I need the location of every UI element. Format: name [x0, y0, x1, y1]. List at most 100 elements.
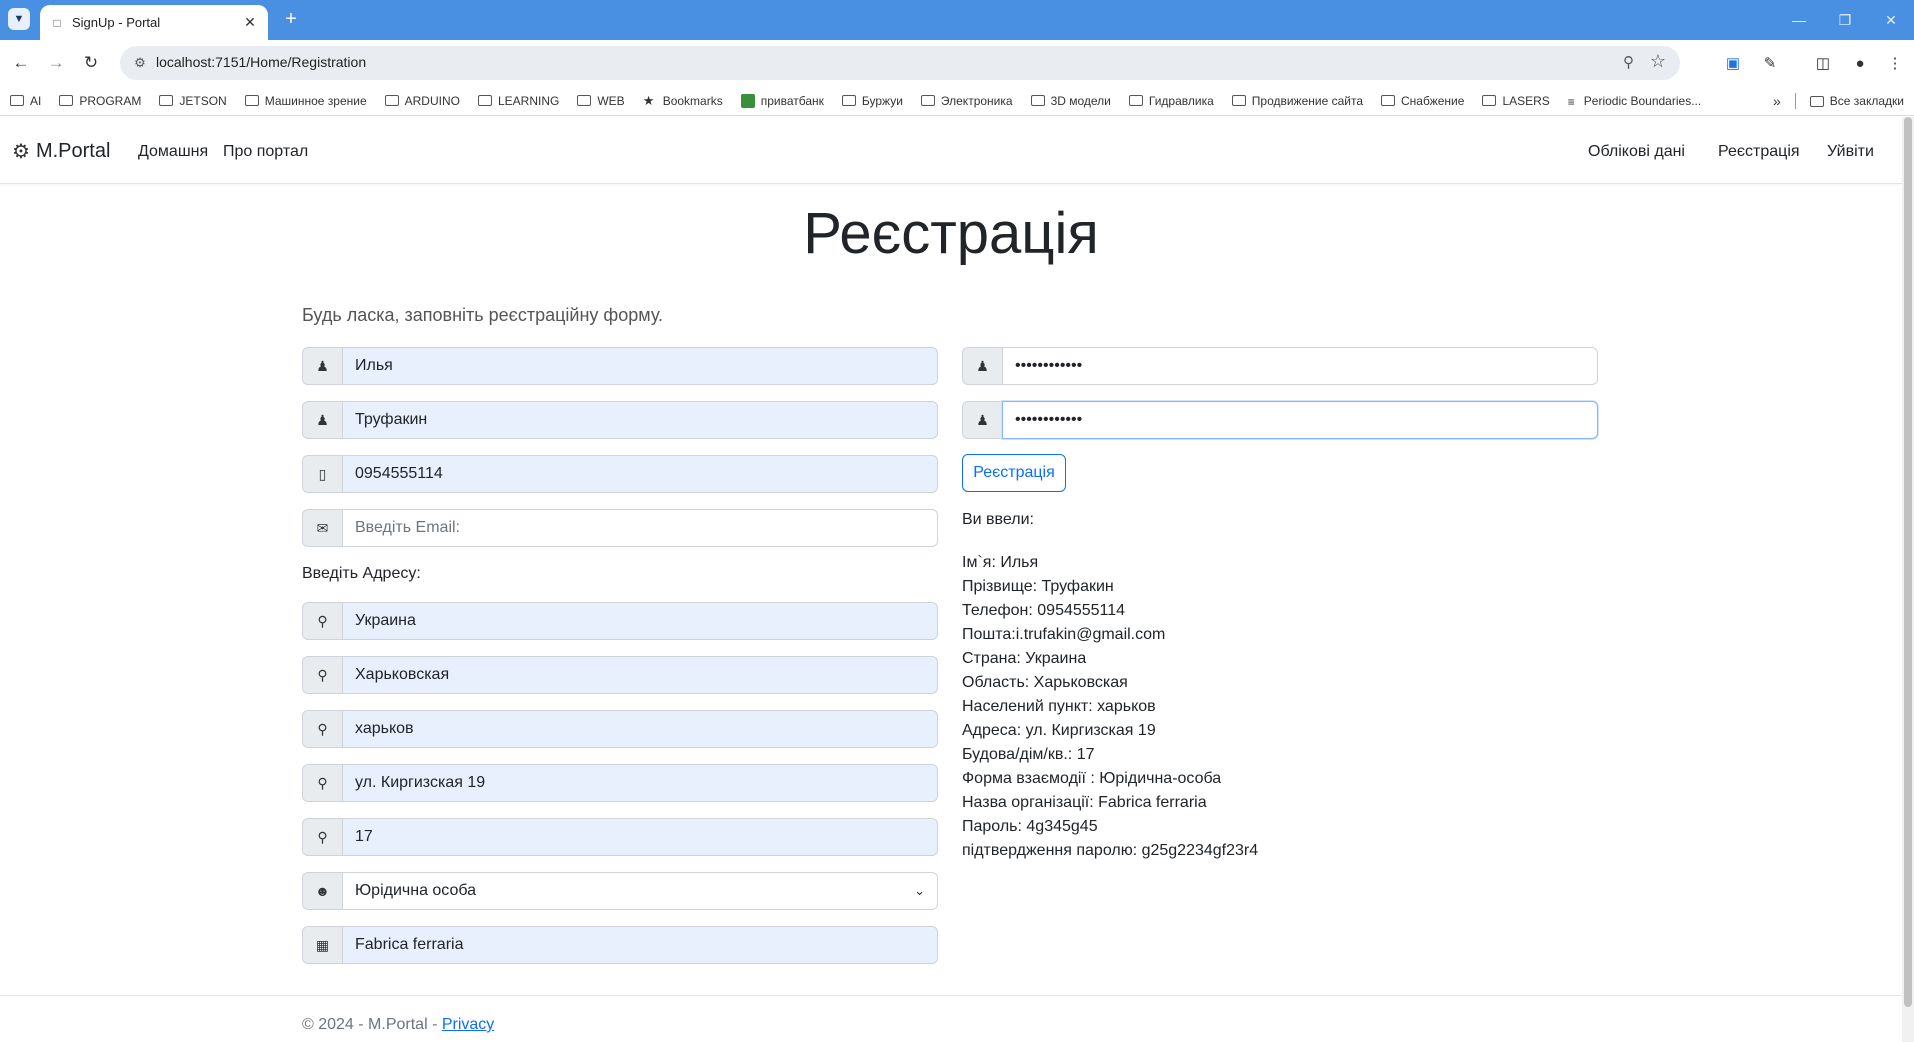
country-group: ⚲ Украина [302, 602, 938, 640]
last-name-group: ♟ Труфакин [302, 401, 938, 439]
translate-extension-icon[interactable]: ▣ [1720, 50, 1746, 76]
profile-avatar-icon[interactable]: ● [1847, 50, 1873, 76]
bookmark-item[interactable]: Буржуи [841, 94, 903, 108]
summary-heading: Ви ввели: [962, 511, 1034, 528]
bookmark-label: ARDUINO [404, 93, 460, 108]
page-icon: ≡ [1567, 95, 1575, 109]
minimize-icon[interactable]: — [1776, 0, 1822, 40]
street-input[interactable]: ул. Киргизская 19 [342, 764, 938, 802]
page-viewport: ⚙ M.Portal Домашня Про портал Облікові д… [0, 117, 1914, 1042]
brand-link[interactable]: ⚙ M.Portal [12, 139, 110, 164]
register-button[interactable]: Реєстрація [962, 454, 1066, 492]
bookmark-item[interactable]: Снабжение [1381, 94, 1464, 108]
bookmark-item[interactable]: ★ Bookmarks [642, 92, 723, 108]
reload-icon[interactable]: ↻ [78, 50, 104, 76]
bookmark-item[interactable]: LASERS [1482, 94, 1550, 108]
password-confirm-input[interactable]: •••••••••••• [1002, 401, 1598, 439]
scrollbar-thumb[interactable] [1904, 117, 1912, 1007]
star-icon: ★ [642, 92, 655, 108]
bookmark-item[interactable]: LEARNING [477, 93, 560, 108]
bookmark-item[interactable]: 3D модели [1030, 94, 1111, 108]
summary-line: Пошта:i.trufakin@gmail.com [962, 626, 1166, 643]
extensions-icon[interactable]: ✎ [1757, 50, 1783, 76]
summary-line: Адреса: ул. Киргизская 19 [962, 722, 1156, 739]
close-tab-icon[interactable]: ✕ [240, 14, 260, 31]
country-input[interactable]: Украина [342, 602, 938, 640]
address-bar[interactable]: ⚙ localhost:7151/Home/Registration ⚲ ☆ [120, 46, 1680, 80]
person-gear-icon: ♟ [302, 401, 342, 439]
region-input[interactable]: Харьковская [342, 656, 938, 694]
phone-input[interactable]: 0954555114 [342, 455, 938, 493]
restore-icon[interactable]: ❐ [1822, 0, 1868, 40]
bookmark-item[interactable]: ARDUINO [384, 93, 460, 108]
copyright-text: © 2024 - M.Portal - [302, 1016, 442, 1033]
bookmark-item[interactable]: PROGRAM [59, 94, 141, 108]
form-instructions: Будь ласка, заповніть реєстраційну форму… [302, 305, 664, 325]
bookmark-label: AI [30, 93, 42, 108]
nav-about[interactable]: Про портал [223, 143, 308, 161]
browser-tab[interactable]: □ SignUp - Portal ✕ [40, 5, 268, 40]
organization-input[interactable]: Fabrica ferraria [342, 926, 938, 964]
bookmark-label: Машинное зрение [264, 93, 367, 108]
summary-line: Страна: Украина [962, 650, 1087, 667]
password-key-icon[interactable]: ⚲ [1623, 53, 1634, 71]
bookmark-item[interactable]: AI [10, 94, 41, 108]
nav-account[interactable]: Облікові дані [1588, 143, 1685, 161]
bookmark-item[interactable]: JETSON [159, 94, 227, 108]
nav-register[interactable]: Реєстрація [1718, 143, 1800, 161]
building-group: ⚲ 17 [302, 818, 938, 856]
building-input[interactable]: 17 [342, 818, 938, 856]
folder-icon [1231, 95, 1246, 106]
bookmark-item[interactable]: ≡ Periodic Boundaries... [1567, 94, 1701, 110]
bookmark-label: Продвижение сайта [1251, 93, 1364, 108]
last-name-input[interactable]: Труфакин [342, 401, 938, 439]
bookmark-item[interactable]: приватбанк [740, 93, 824, 108]
tab-search-icon[interactable]: ▼ [8, 8, 30, 30]
entity-type-group: ☻ Юрідична особа ⌄ [302, 872, 938, 910]
email-input[interactable]: Введіть Email: [342, 509, 938, 547]
forward-icon[interactable]: → [43, 50, 69, 76]
privacy-link[interactable]: Privacy [442, 1016, 494, 1033]
bookmark-item[interactable]: Машинное зрение [244, 93, 367, 108]
page-scrollbar[interactable] [1902, 117, 1914, 1042]
folder-icon [10, 95, 24, 106]
folder-icon [841, 95, 856, 106]
tab-title: SignUp - Portal [72, 15, 161, 30]
menu-kebab-icon[interactable]: ⋮ [1882, 50, 1908, 76]
more-bookmarks-icon[interactable]: » [1773, 93, 1781, 109]
back-icon[interactable]: ← [8, 50, 34, 76]
all-bookmarks-item[interactable]: Все закладки [1809, 94, 1904, 108]
chevron-down-icon: ⌄ [914, 883, 925, 898]
password-group: ♟ •••••••••••• [962, 347, 1598, 385]
window-close-icon[interactable]: ✕ [1868, 0, 1914, 40]
bookmark-label: Электроника [940, 93, 1013, 108]
bookmark-label: LEARNING [497, 93, 560, 108]
divider [1794, 93, 1796, 109]
person-gear-icon: ♟ [962, 401, 1002, 439]
bookmark-item[interactable]: Электроника [920, 93, 1013, 108]
side-panel-icon[interactable]: ◫ [1810, 50, 1836, 76]
folder-icon [59, 95, 74, 106]
bookmark-star-icon[interactable]: ☆ [1650, 51, 1666, 72]
summary-line: Телефон: 0954555114 [962, 602, 1126, 619]
bookmarks-overflow: » Все закладки [1773, 86, 1904, 116]
city-input[interactable]: харьков [342, 710, 938, 748]
entity-type-select[interactable]: Юрідична особа ⌄ [342, 872, 938, 910]
person-gear-icon: ♟ [962, 347, 1002, 385]
new-tab-icon[interactable]: + [280, 8, 302, 30]
password-input[interactable]: •••••••••••• [1002, 347, 1598, 385]
nav-home[interactable]: Домашня [138, 143, 208, 161]
bookmark-item[interactable]: Гидравлика [1128, 94, 1214, 108]
bookmark-label: PROGRAM [79, 93, 142, 108]
site-info-icon[interactable]: ⚙ [130, 53, 150, 73]
first-name-input[interactable]: Илья [342, 347, 938, 385]
location-pin-icon: ⚲ [302, 710, 342, 748]
nav-login[interactable]: Уйвіти [1827, 143, 1874, 161]
bookmark-item[interactable]: Продвижение сайта [1231, 93, 1364, 108]
folder-icon [1030, 95, 1045, 106]
all-bookmarks-label: Все закладки [1829, 94, 1904, 108]
url-text[interactable]: localhost:7151/Home/Registration [156, 54, 366, 70]
bookmark-item[interactable]: WEB [577, 94, 625, 108]
person-badge-icon: ☻ [302, 872, 342, 910]
bookmark-label: Bookmarks [662, 93, 723, 108]
